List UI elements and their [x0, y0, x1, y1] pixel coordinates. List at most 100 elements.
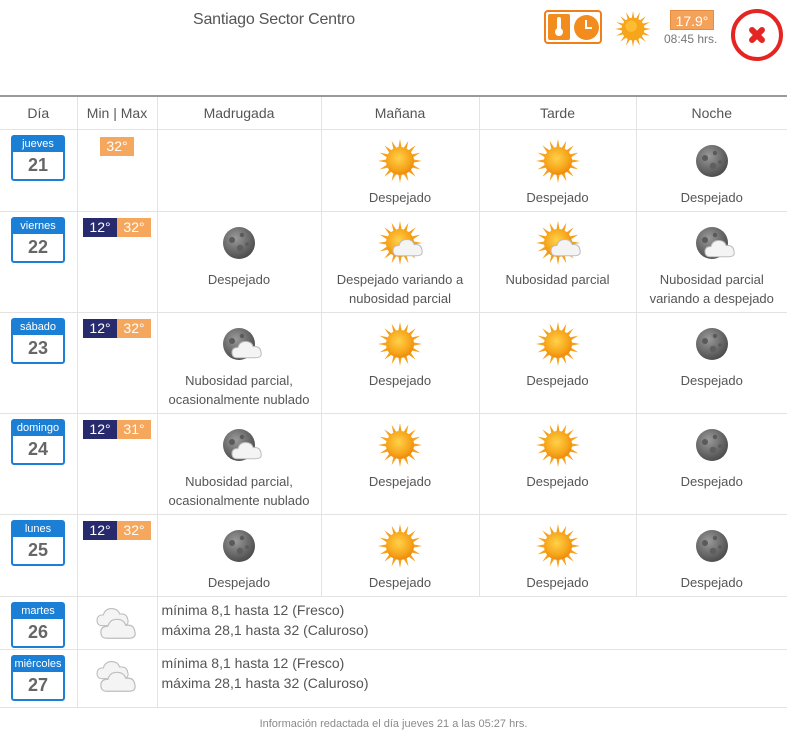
minmax-cell [76, 648, 158, 708]
day-name: viernes [13, 218, 63, 234]
moon-cloud-icon [695, 226, 735, 259]
day-name: domingo [13, 420, 63, 436]
max-temp: 32° [117, 520, 151, 540]
min-max-badge: 12° 31° [83, 419, 151, 439]
period-cell: Despejado [156, 513, 322, 597]
period-cell: Despejado [478, 128, 637, 212]
weather-description: Despejado [368, 473, 432, 489]
period-cell: Despejado [478, 412, 637, 515]
min-max-badge: 12° 32° [83, 520, 151, 540]
day-badge: martes 26 [11, 601, 65, 648]
period-cell: Nubosidad parcial [478, 210, 637, 313]
thermometer-clock-icon [544, 10, 602, 44]
day-name: miércoles [13, 656, 63, 672]
clouds-icon [96, 660, 136, 692]
table-row: domingo 24 12° 31° Nubosidad parcial, oc… [0, 412, 787, 515]
footer-note: Información redactada el día jueves 21 a… [259, 718, 528, 730]
table-row: martes 26 mínima 8,1 hasta 12 (Fresco) m… [0, 595, 787, 650]
period-cell: Despejado [320, 412, 480, 515]
minmax-cell: 12° 32° [76, 210, 158, 313]
weather-description: Despejado [207, 574, 271, 590]
forecast-table: Día Min | Max Madrugada Mañana Tarde Noc… [0, 95, 787, 708]
period-cell: Despejado [478, 513, 637, 597]
col-header-noche: Noche [635, 96, 787, 130]
range-cell: mínima 8,1 hasta 12 (Fresco) máxima 28,1… [156, 595, 787, 650]
moon-icon [695, 529, 728, 562]
period-cell: Nubosidad parcial, ocasionalmente nublad… [156, 412, 322, 515]
max-temp: 32° [100, 136, 134, 156]
weather-description: Despejado variando a nubosidad parcial [336, 271, 464, 306]
day-cell: lunes 25 [0, 513, 78, 597]
minmax-cell: 32° [76, 128, 158, 212]
current-time: 08:45 hrs. [664, 32, 718, 46]
weather-description: Nubosidad parcial variando a despejado [649, 271, 774, 306]
day-number: 25 [27, 539, 49, 560]
min-max-badge: 32° [100, 136, 134, 156]
moon-icon [695, 144, 728, 177]
day-cell: domingo 24 [0, 412, 78, 515]
minmax-cell: 12° 31° [76, 412, 158, 515]
day-name: martes [13, 603, 63, 619]
col-header-tarde: Tarde [478, 96, 637, 130]
sun-icon [535, 523, 580, 568]
weather-description: Nubosidad parcial [505, 271, 610, 287]
day-number: 22 [27, 236, 49, 257]
day-number: 27 [27, 674, 49, 695]
sun-icon [614, 10, 652, 48]
table-row: sábado 23 12° 32° Nubosidad parcial, oca… [0, 311, 787, 414]
min-temp: 12° [83, 520, 117, 540]
moon-icon [223, 226, 255, 259]
table-row: viernes 22 12° 32° Despejado Despejado v… [0, 210, 787, 313]
period-cell [156, 128, 322, 212]
sun-cloud-icon [378, 220, 423, 265]
table-header: Día Min | Max Madrugada Mañana Tarde Noc… [0, 96, 787, 130]
min-temp: 12° [83, 318, 117, 338]
weather-description: Despejado [680, 372, 743, 388]
table-row: jueves 21 32° Despejado Despejado Despej… [0, 128, 787, 212]
max-temp: 32° [117, 217, 151, 237]
weather-description: Despejado [680, 189, 743, 205]
min-range-text: mínima 8,1 hasta 12 (Fresco) [161, 654, 345, 671]
weather-description: Despejado [207, 271, 271, 287]
min-max-badge: 12° 32° [83, 318, 151, 338]
col-header-manana: Mañana [320, 96, 480, 130]
sun-icon [535, 138, 580, 183]
moon-icon [695, 428, 728, 461]
sun-icon [535, 422, 580, 467]
close-button[interactable] [731, 9, 783, 61]
col-header-madrugada: Madrugada [156, 96, 322, 130]
period-cell: Despejado [478, 311, 637, 414]
period-cell: Nubosidad parcial variando a despejado [635, 210, 787, 313]
table-row: lunes 25 12° 32° Despejado Despejado Des… [0, 513, 787, 597]
weather-description: Nubosidad parcial, ocasionalmente nublad… [168, 473, 310, 508]
period-cell: Despejado [320, 513, 480, 597]
period-cell: Despejado [635, 412, 787, 515]
weather-description: Despejado [526, 574, 589, 590]
period-cell: Despejado [635, 513, 787, 597]
col-header-day: Día [0, 96, 78, 130]
sun-icon [378, 523, 422, 568]
max-range-text: máxima 28,1 hasta 32 (Caluroso) [161, 621, 369, 638]
sun-icon [378, 422, 422, 467]
day-badge: miércoles 27 [11, 654, 65, 701]
weather-description: Despejado [368, 574, 432, 590]
range-cell: mínima 8,1 hasta 12 (Fresco) máxima 28,1… [156, 648, 787, 708]
weather-description: Despejado [368, 189, 432, 205]
day-badge: domingo 24 [11, 418, 65, 465]
min-temp: 12° [83, 217, 117, 237]
day-number: 21 [27, 154, 49, 175]
period-cell: Nubosidad parcial, ocasionalmente nublad… [156, 311, 322, 414]
day-cell: miércoles 27 [0, 648, 78, 708]
minmax-cell: 12° 32° [76, 311, 158, 414]
max-range-text: máxima 28,1 hasta 32 (Caluroso) [161, 674, 369, 691]
period-cell: Despejado [320, 311, 480, 414]
day-number: 23 [27, 337, 49, 358]
sun-icon [378, 321, 422, 366]
col-header-minmax: Min | Max [76, 96, 158, 130]
moon-icon [695, 327, 728, 360]
min-range-text: mínima 8,1 hasta 12 (Fresco) [161, 601, 345, 618]
weather-description: Despejado [680, 574, 743, 590]
day-name: sábado [13, 319, 63, 335]
max-temp: 32° [117, 318, 151, 338]
day-number: 26 [27, 621, 49, 642]
